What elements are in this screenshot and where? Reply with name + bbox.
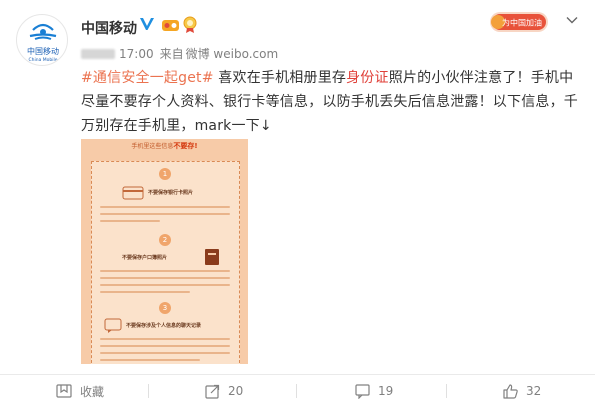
action-separator (148, 384, 149, 398)
footer-divider (0, 374, 595, 375)
chevron-down-icon[interactable] (566, 14, 578, 26)
favorite-button[interactable]: 收藏 (56, 376, 104, 406)
highlight-keyword-link[interactable]: 身份证 (346, 70, 389, 86)
author-name[interactable]: 中国移动 (81, 18, 137, 38)
action-separator (296, 384, 297, 398)
source-prefix: 来自 (159, 47, 184, 61)
repost-button[interactable]: 20 (205, 376, 243, 406)
repost-icon (205, 384, 220, 399)
post-meta: 17:00 来自 微博 weibo.com (81, 45, 284, 62)
post-text-arrow: ↓ (259, 118, 272, 134)
text-line (100, 345, 230, 347)
comment-icon (355, 383, 370, 399)
repost-count: 20 (228, 384, 244, 398)
text-line (100, 270, 230, 272)
member-badge-icon[interactable] (161, 17, 180, 33)
text-line (100, 352, 230, 354)
text-line (100, 206, 230, 208)
promo-text: 为中国加油 (502, 18, 542, 28)
section-number: 1 (159, 168, 171, 180)
image-title-em: 不要存! (173, 142, 198, 150)
post-source[interactable]: 微博 weibo.com (186, 47, 279, 61)
medal-icon[interactable] (182, 16, 198, 34)
verified-v-icon[interactable] (138, 15, 156, 33)
image-title-pre: 手机里这些信息 (131, 143, 174, 150)
section-heading: 不要保存涉及个人信息的聊天记录 (126, 323, 202, 329)
household-book-icon (205, 249, 219, 265)
action-separator (446, 384, 447, 398)
text-line (100, 213, 230, 215)
section-number: 2 (159, 234, 171, 246)
post-content: #通信安全一起get# 喜欢在手机相册里存身份证照片的小伙伴注意了！手机中尽量不… (81, 66, 586, 138)
china-mobile-logo-icon: 中国移动 China Mobile (27, 23, 59, 63)
like-button[interactable]: 32 (503, 376, 541, 406)
blurred-date (81, 49, 115, 59)
image-card: 1 不要保存银行卡照片 2 不要保存户口簿照片 3 不要保存涉及个人信息的聊天记… (91, 161, 240, 364)
text-line (100, 291, 190, 293)
avatar-text-cn: 中国移动 (27, 46, 59, 56)
thumbs-up-icon (503, 383, 518, 399)
image-title: 手机里这些信息不要存! (81, 141, 248, 151)
like-count: 32 (526, 384, 542, 398)
comment-button[interactable]: 19 (355, 376, 393, 406)
post-text-part1: 喜欢在手机相册里存 (213, 70, 347, 86)
avatar[interactable]: 中国移动 China Mobile (16, 14, 68, 66)
favorite-label: 收藏 (80, 384, 105, 399)
section-heading: 不要保存户口簿照片 (122, 255, 168, 261)
section-number: 3 (159, 302, 171, 314)
text-line (100, 284, 230, 286)
text-line (100, 338, 230, 340)
post-image[interactable]: 手机里这些信息不要存! 1 不要保存银行卡照片 2 不要保存户口簿照片 3 不要… (81, 139, 248, 364)
comment-count: 19 (378, 384, 394, 398)
section-heading: 不要保存银行卡照片 (148, 190, 194, 196)
post-time[interactable]: 17:00 (119, 47, 154, 61)
text-line (100, 220, 160, 222)
promo-banner-icon[interactable]: 为中国加油 (486, 6, 552, 38)
favorite-icon (56, 384, 72, 398)
hashtag-link[interactable]: #通信安全一起get# (81, 70, 214, 86)
text-line (100, 359, 200, 361)
avatar-text-en: China Mobile (28, 57, 57, 63)
chat-record-icon (104, 318, 122, 333)
text-line (100, 277, 230, 279)
bank-card-icon (122, 186, 144, 200)
